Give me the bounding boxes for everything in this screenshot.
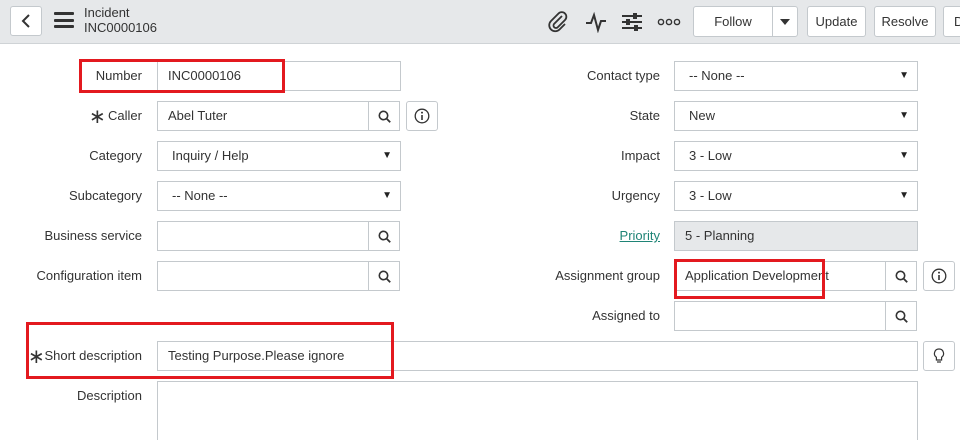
- subcategory-label: Subcategory: [69, 188, 142, 203]
- menu-icon[interactable]: [54, 12, 74, 28]
- caller-label: Caller: [108, 108, 142, 123]
- highlight-box-assignment-group: [674, 259, 825, 299]
- delete-button[interactable]: D: [943, 6, 960, 37]
- update-button[interactable]: Update: [807, 6, 866, 37]
- category-label: Category: [89, 148, 142, 163]
- state-select[interactable]: New ▼: [674, 101, 918, 131]
- caller-field[interactable]: Abel Tuter: [157, 101, 369, 131]
- contact-type-label: Contact type: [587, 68, 660, 83]
- back-button[interactable]: [10, 6, 42, 36]
- priority-field: 5 - Planning: [674, 221, 918, 251]
- urgency-select[interactable]: 3 - Low ▼: [674, 181, 918, 211]
- configuration-item-lookup-button[interactable]: [368, 261, 400, 291]
- description-label: Description: [76, 388, 142, 403]
- info-icon: [931, 268, 947, 284]
- follow-button[interactable]: Follow: [693, 6, 773, 37]
- assigned-to-field[interactable]: [674, 301, 886, 331]
- assignment-group-label: Assignment group: [555, 268, 660, 283]
- record-type: Incident: [84, 5, 130, 20]
- description-textarea[interactable]: [157, 381, 918, 440]
- state-value: New: [689, 108, 716, 123]
- contact-type-select[interactable]: -- None -- ▼: [674, 61, 918, 91]
- subcategory-select[interactable]: -- None -- ▼: [157, 181, 401, 211]
- follow-dropdown-button[interactable]: [772, 6, 798, 37]
- caret-down-icon: ▼: [382, 150, 392, 161]
- caret-down-icon: ▼: [382, 190, 392, 201]
- resolve-button[interactable]: Resolve: [874, 6, 936, 37]
- search-icon: [378, 230, 391, 243]
- configuration-item-field[interactable]: [157, 261, 369, 291]
- urgency-value: 3 - Low: [689, 188, 732, 203]
- caller-info-button[interactable]: [406, 101, 438, 131]
- assignment-group-info-button[interactable]: [923, 261, 955, 291]
- contact-type-value: -- None --: [689, 68, 745, 83]
- assigned-to-lookup-button[interactable]: [885, 301, 917, 331]
- impact-label: Impact: [620, 148, 660, 163]
- priority-link[interactable]: Priority: [620, 228, 660, 243]
- info-icon: [414, 108, 430, 124]
- lightbulb-icon: [933, 348, 945, 363]
- assigned-to-label: Assigned to: [592, 308, 660, 323]
- search-icon: [895, 270, 908, 283]
- category-select[interactable]: Inquiry / Help ▼: [157, 141, 401, 171]
- search-icon: [895, 310, 908, 323]
- state-label: State: [629, 108, 660, 123]
- business-service-field[interactable]: [157, 221, 369, 251]
- category-value: Inquiry / Help: [172, 148, 249, 163]
- caret-down-icon: ▼: [899, 190, 909, 201]
- back-icon: [21, 14, 30, 28]
- caret-down-icon: ▼: [899, 110, 909, 121]
- configuration-item-label: Configuration item: [36, 268, 143, 283]
- activity-icon[interactable]: [584, 10, 608, 34]
- business-service-lookup-button[interactable]: [368, 221, 400, 251]
- urgency-label: Urgency: [611, 188, 660, 203]
- search-icon: [378, 110, 391, 123]
- sliders-icon[interactable]: [620, 10, 644, 34]
- record-title: Incident INC0000106: [84, 5, 157, 35]
- caret-down-icon: ▼: [899, 150, 909, 161]
- caller-lookup-button[interactable]: [368, 101, 400, 131]
- highlight-box-short-description: [26, 322, 394, 379]
- assignment-group-lookup-button[interactable]: [885, 261, 917, 291]
- impact-value: 3 - Low: [689, 148, 732, 163]
- more-icon[interactable]: [657, 10, 681, 34]
- paperclip-icon[interactable]: [546, 10, 570, 34]
- suggestion-button[interactable]: [923, 341, 955, 371]
- form-header: Incident INC0000106 Follow Update Resolv…: [0, 0, 960, 44]
- subcategory-value: -- None --: [172, 188, 228, 203]
- caret-down-icon: ▼: [899, 70, 909, 81]
- priority-label[interactable]: Priority: [520, 221, 660, 251]
- caret-down-icon: [780, 18, 790, 25]
- search-icon: [378, 270, 391, 283]
- highlight-box-number: [79, 59, 285, 93]
- business-service-label: Business service: [44, 228, 142, 243]
- impact-select[interactable]: 3 - Low ▼: [674, 141, 918, 171]
- record-number: INC0000106: [84, 20, 157, 35]
